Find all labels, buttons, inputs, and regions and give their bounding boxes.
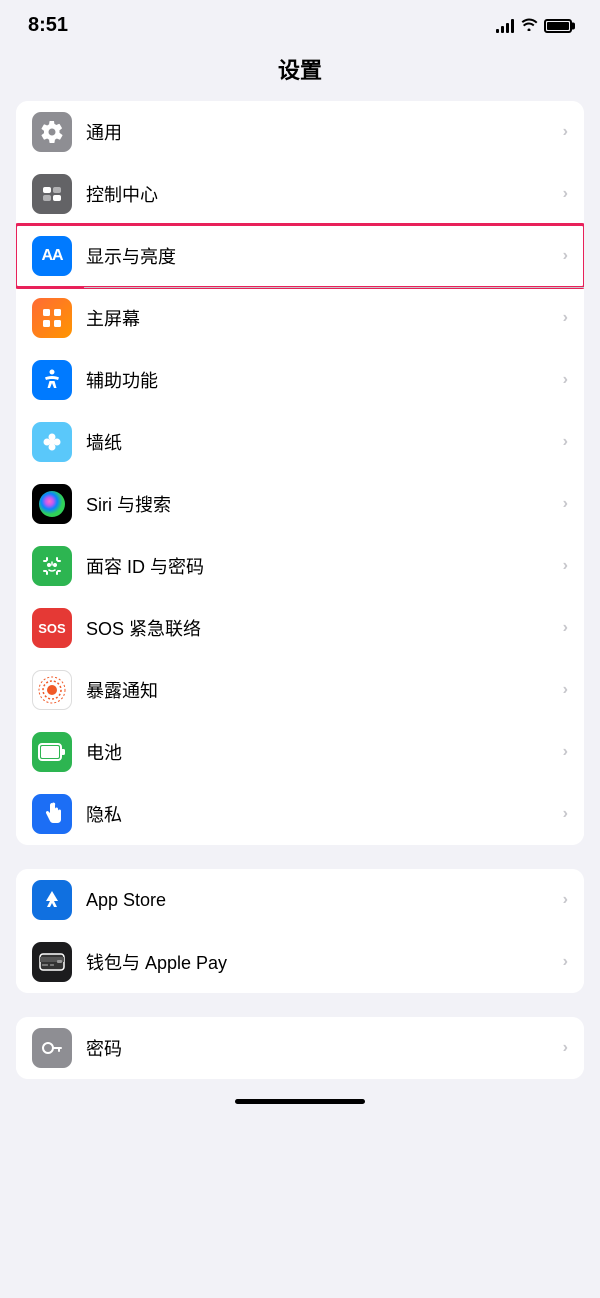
flower-icon <box>32 422 72 462</box>
page-title: 设置 <box>0 45 600 101</box>
exposure-icon <box>32 670 72 710</box>
siri-label: Siri 与搜索 <box>86 491 563 517</box>
signal-icon <box>496 19 514 33</box>
xianshi-label: 显示与亮度 <box>86 243 563 269</box>
tongyong-label: 通用 <box>86 119 563 145</box>
settings-item-zhupingmu[interactable]: 主屏幕 › <box>16 287 584 349</box>
kongzhizhongxin-label: 控制中心 <box>86 181 563 207</box>
chevron-icon: › <box>563 433 568 451</box>
chevron-icon: › <box>563 557 568 575</box>
chevron-icon: › <box>563 247 568 265</box>
yinsi-label: 隐私 <box>86 801 563 827</box>
chevron-icon: › <box>563 123 568 141</box>
mima-label: 密码 <box>86 1035 563 1061</box>
settings-group-2: App Store › 钱包与 Apple Pay › <box>16 869 584 993</box>
settings-item-kongzhizhongxin[interactable]: 控制中心 › <box>16 163 584 225</box>
settings-item-siri[interactable]: Siri 与搜索 › <box>16 473 584 535</box>
settings-item-appstore[interactable]: App Store › <box>16 869 584 931</box>
qiangzhi-label: 墙纸 <box>86 429 563 455</box>
chevron-icon: › <box>563 805 568 823</box>
key-icon <box>32 1028 72 1068</box>
gear-icon <box>32 112 72 152</box>
wallet-label: 钱包与 Apple Pay <box>86 949 563 975</box>
battery-setting-icon <box>32 732 72 772</box>
settings-group-1: 通用 › 控制中心 › AA 显示与亮度 › <box>16 101 584 845</box>
appstore-icon <box>32 880 72 920</box>
fuzhugongneng-label: 辅助功能 <box>86 367 563 393</box>
status-time: 8:51 <box>28 14 68 37</box>
home-bar <box>235 1099 365 1104</box>
wallet-icon <box>32 942 72 982</box>
siri-icon <box>32 484 72 524</box>
accessibility-icon <box>32 360 72 400</box>
settings-item-baolu[interactable]: 暴露通知 › <box>16 659 584 721</box>
settings-item-wallet[interactable]: 钱包与 Apple Pay › <box>16 931 584 993</box>
zhupingmu-label: 主屏幕 <box>86 305 563 331</box>
hand-icon <box>32 794 72 834</box>
toggle-icon <box>32 174 72 214</box>
chevron-icon: › <box>563 953 568 971</box>
settings-item-yinsi[interactable]: 隐私 › <box>16 783 584 845</box>
chevron-icon: › <box>563 185 568 203</box>
settings-item-xianshi[interactable]: AA 显示与亮度 › <box>16 225 584 287</box>
home-indicator <box>0 1079 600 1114</box>
settings-item-sos[interactable]: SOS SOS 紧急联络 › <box>16 597 584 659</box>
aa-icon: AA <box>32 236 72 276</box>
grid-icon <box>32 298 72 338</box>
wifi-icon <box>520 17 538 34</box>
settings-item-fuzhugongneng[interactable]: 辅助功能 › <box>16 349 584 411</box>
status-icons <box>496 17 572 34</box>
chevron-icon: › <box>563 891 568 909</box>
settings-item-dianci[interactable]: 电池 › <box>16 721 584 783</box>
chevron-icon: › <box>563 681 568 699</box>
chevron-icon: › <box>563 619 568 637</box>
appstore-label: App Store <box>86 890 563 911</box>
chevron-icon: › <box>563 495 568 513</box>
baolu-label: 暴露通知 <box>86 677 563 703</box>
sos-icon: SOS <box>32 608 72 648</box>
chevron-icon: › <box>563 743 568 761</box>
status-bar: 8:51 <box>0 0 600 45</box>
settings-item-mianrong[interactable]: 面容 ID 与密码 › <box>16 535 584 597</box>
settings-item-qiangzhi[interactable]: 墙纸 › <box>16 411 584 473</box>
battery-icon <box>544 19 572 33</box>
face-icon <box>32 546 72 586</box>
sos-label: SOS 紧急联络 <box>86 615 563 641</box>
chevron-icon: › <box>563 309 568 327</box>
dianci-label: 电池 <box>86 739 563 765</box>
settings-item-tongyong[interactable]: 通用 › <box>16 101 584 163</box>
settings-group-3: 密码 › <box>16 1017 584 1079</box>
chevron-icon: › <box>563 1039 568 1057</box>
chevron-icon: › <box>563 371 568 389</box>
mianrong-label: 面容 ID 与密码 <box>86 553 563 579</box>
settings-item-mima[interactable]: 密码 › <box>16 1017 584 1079</box>
